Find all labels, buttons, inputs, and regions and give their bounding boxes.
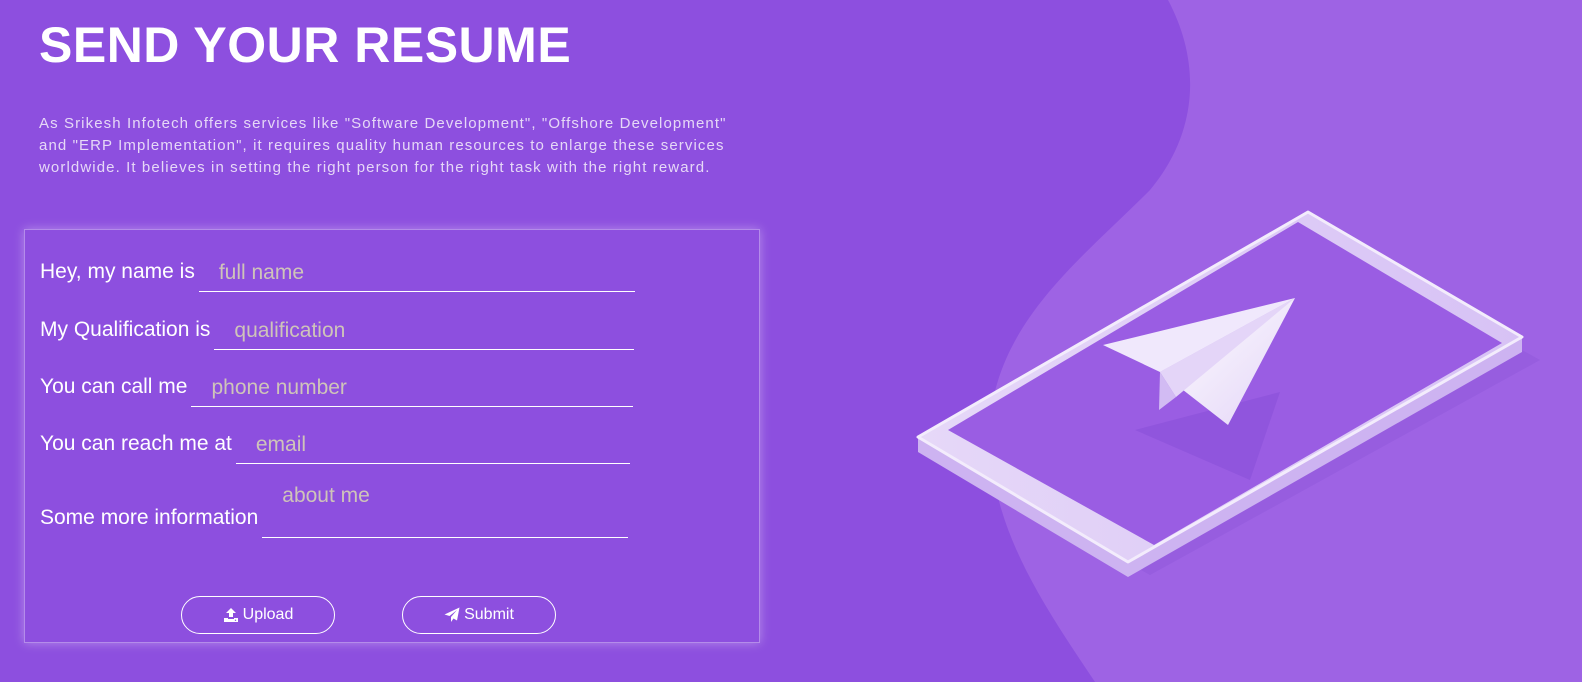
name-row: Hey, my name is [40,254,635,292]
phone-label: You can call me [40,375,188,398]
tablet-paper-plane-illustration [916,210,1540,577]
full-name-input[interactable] [198,254,635,292]
submit-button-label: Submit [464,606,514,623]
email-label: You can reach me at [40,432,232,455]
paper-plane-icon [444,607,460,623]
intro-text: As Srikesh Infotech offers services like… [39,115,727,176]
about-row: Some more information [40,476,629,538]
page-title: SEND YOUR RESUME [39,17,572,73]
upload-button-label: Upload [242,606,294,623]
name-label: Hey, my name is [40,260,195,283]
upload-button[interactable]: Upload [181,596,335,634]
phone-number-input[interactable] [191,369,634,407]
upload-icon [223,607,239,623]
email-row: You can reach me at [40,426,630,464]
submit-button[interactable]: Submit [402,596,556,634]
qualification-input[interactable] [214,312,635,350]
about-label: Some more information [40,506,259,529]
qualification-row: My Qualification is [40,312,635,350]
about-me-textarea[interactable] [262,476,629,538]
resume-form: Hey, my name is My Qualification is You … [24,229,760,643]
qualification-label: My Qualification is [40,318,211,341]
email-input[interactable] [235,426,630,464]
phone-row: You can call me [40,369,634,407]
